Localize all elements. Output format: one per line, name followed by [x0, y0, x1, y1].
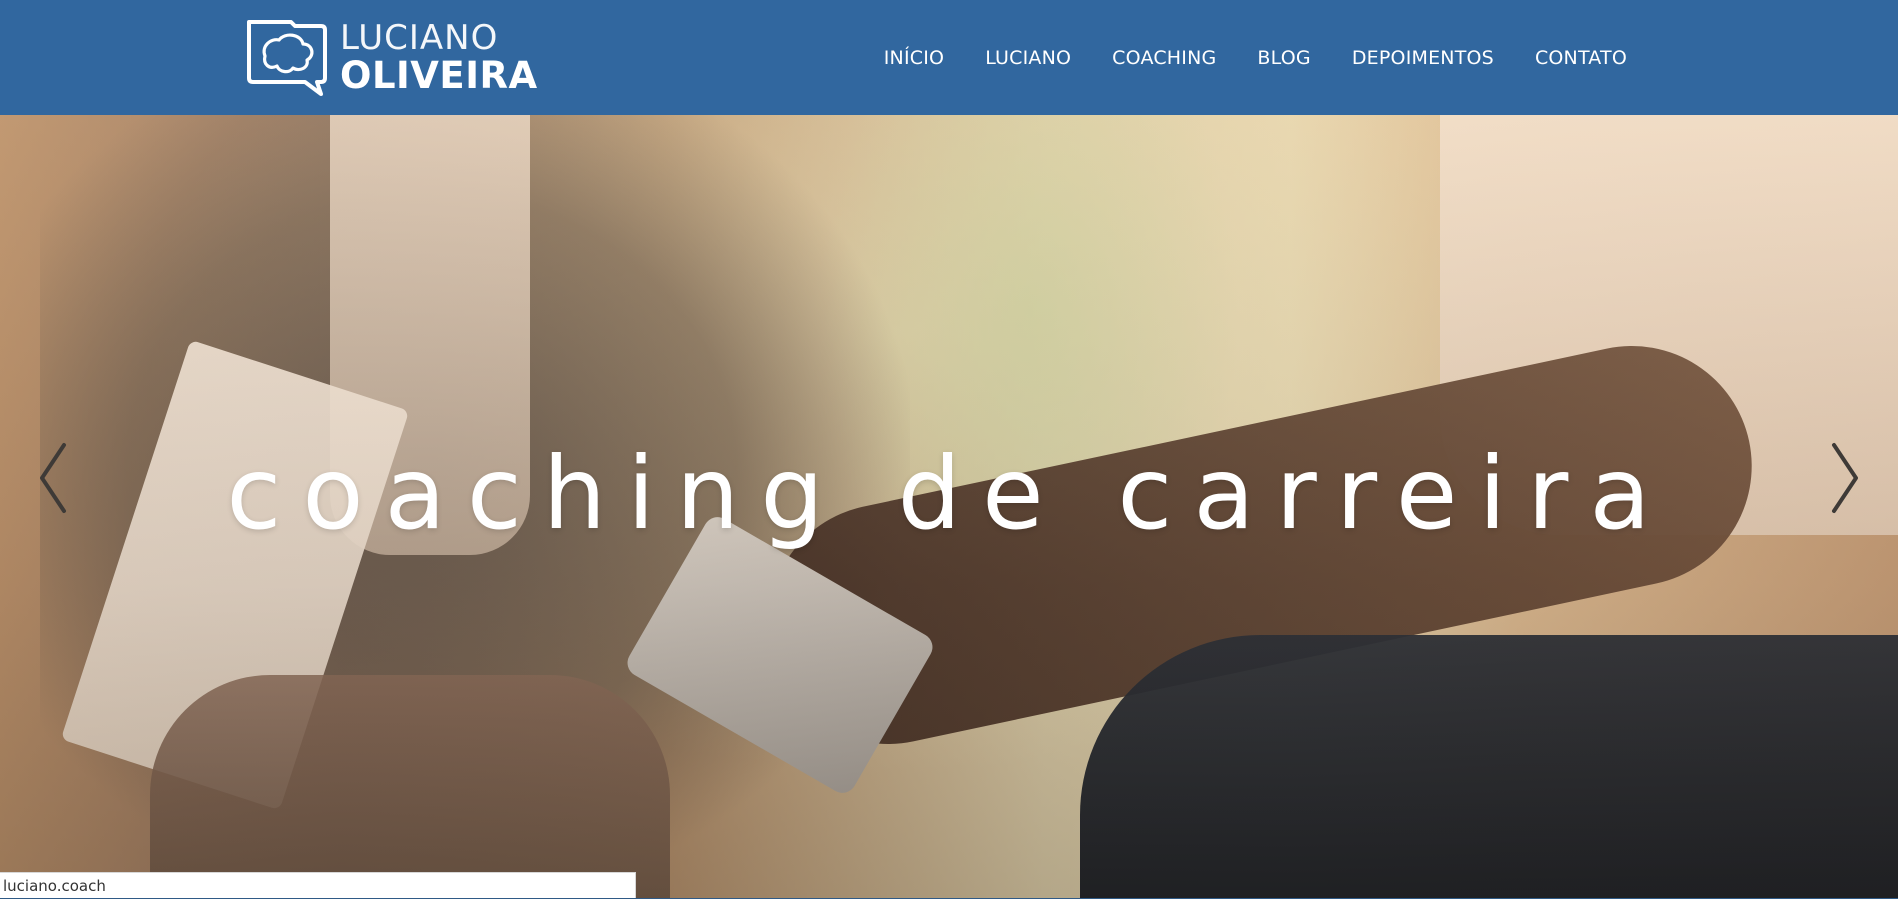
- chevron-right-icon[interactable]: [1818, 433, 1868, 523]
- logo-wordmark: LUCIANO OLIVEIRA: [340, 21, 538, 94]
- hero-carousel: coaching de carreira: [0, 115, 1898, 898]
- chevron-left-icon[interactable]: [30, 433, 80, 523]
- nav-blog[interactable]: BLOG: [1257, 47, 1310, 69]
- nav-contato[interactable]: CONTATO: [1535, 47, 1627, 69]
- main-nav: INÍCIO LUCIANO COACHING BLOG DEPOIMENTOS…: [884, 0, 1627, 115]
- nav-depoimentos[interactable]: DEPOIMENTOS: [1352, 47, 1494, 69]
- speech-bubble-icon: [247, 20, 327, 96]
- site-logo[interactable]: LUCIANO OLIVEIRA: [243, 16, 537, 98]
- logo-line2: OLIVEIRA: [340, 53, 538, 97]
- logo-line1: LUCIANO: [340, 17, 499, 58]
- hero-headline: coaching de carreira: [226, 435, 1672, 552]
- site-header: LUCIANO OLIVEIRA INÍCIO LUCIANO COACHING…: [0, 0, 1898, 115]
- browser-status-url: luciano.coach: [0, 872, 636, 898]
- nav-luciano[interactable]: LUCIANO: [985, 47, 1071, 69]
- nav-coaching[interactable]: COACHING: [1112, 47, 1216, 69]
- nav-inicio[interactable]: INÍCIO: [884, 47, 944, 69]
